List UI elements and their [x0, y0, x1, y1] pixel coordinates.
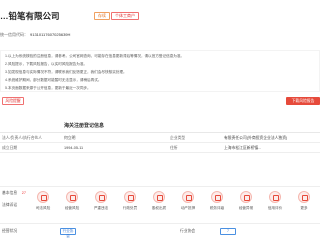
user-icon [269, 191, 281, 203]
risk-icon-strip: 基本信息 27 法律诉讼 司法风险 经营风险 严重违法 行政处罚 股权出质 动产… [0, 186, 320, 222]
risk-item[interactable]: 更多 [291, 191, 317, 221]
footer-item[interactable]: 行业协会 [180, 229, 195, 234]
risk-item[interactable]: 经营异常 [233, 191, 259, 221]
risk-item[interactable]: 司法风险 [30, 191, 56, 221]
risk-item[interactable]: 股权出质 [146, 191, 172, 221]
table-row: 成立日期 1994-05-11 住所 上海市松江区新桥镇... [0, 143, 320, 153]
info-value: 有限责任公司(外商投资企业法人独资) [224, 136, 288, 140]
risk-item-label: 税务评级 [209, 206, 225, 210]
footer-bar: 经营状况 行业协会 行业协会 7 [0, 223, 320, 240]
credit-code-value: 91310117607025639H [30, 32, 71, 37]
credit-code-label: 统一信用代码： [0, 32, 28, 37]
info-table: 法人/负责人/执行合伙人 何立明 企业类型 有限责任公司(外商投资企业法人独资)… [0, 132, 320, 153]
notice-line: 4.系统维护期间，部分数据可能暂时无法显示，请稍后再试。 [5, 78, 102, 82]
credit-code-row: 统一信用代码： 91310117607025639H [0, 32, 70, 38]
risk-item[interactable]: 严重违法 [88, 191, 114, 221]
risk-item[interactable]: 行政处罚 [117, 191, 143, 221]
risk-item[interactable]: 经营风险 [59, 191, 85, 221]
type-badge: 个体工商户 [111, 12, 139, 20]
risk-item-label: 经营异常 [238, 206, 254, 210]
shield-icon [95, 191, 107, 203]
risk-item[interactable]: 税务评级 [204, 191, 230, 221]
gavel-icon [124, 191, 136, 203]
risk-alert-button[interactable]: 风险提醒 [2, 97, 24, 105]
list-icon [240, 191, 252, 203]
footer-item[interactable]: 经营状况 [2, 229, 17, 234]
info-label: 住所 [170, 146, 178, 150]
alert-icon [66, 191, 78, 203]
left-menu: 基本信息 27 法律诉讼 [0, 187, 28, 223]
stamp-icon [182, 191, 194, 203]
info-value: 何立明 [64, 136, 76, 140]
notice-panel: 1.以上为系统核验的注册信息，请参考。公司官网查询，可能存在信息更新滞后等情况，… [0, 50, 320, 92]
risk-item-label: 股权出质 [151, 206, 167, 210]
info-label: 企业类型 [170, 136, 186, 140]
status-badge: 存续 [94, 12, 110, 20]
action-row: 风险提醒 下载风险报告 [0, 96, 320, 108]
info-label: 法人/负责人/执行合伙人 [2, 136, 43, 140]
risk-item-label: 动产抵押 [180, 206, 196, 210]
info-value: 1994-05-11 [64, 146, 84, 150]
notice-line: 5.本页面数据来源于公开信息，更新于最近一次同步。 [5, 86, 91, 90]
table-row: 法人/负责人/执行合伙人 何立明 企业类型 有限责任公司(外商投资企业法人独资) [0, 133, 320, 143]
notice-line: 2.风险提示，下载风险报告，以实时风险报告为准。 [5, 62, 88, 66]
risk-item-label: 信用评价 [267, 206, 283, 210]
info-value: 上海市松江区新桥镇... [224, 146, 262, 150]
count-badge: 27 [21, 191, 26, 195]
notice-line: 3.如发现信息与实际情况不符，请联系我们反馈更正，我们会尽快核实处理。 [5, 70, 127, 74]
risk-item[interactable]: 动产抵押 [175, 191, 201, 221]
risk-item-label: 严重违法 [93, 206, 109, 210]
section-title: 海关注册登记信息 [64, 123, 105, 129]
footer-button[interactable]: 行业协会 [60, 228, 76, 238]
risk-item-label: 更多 [300, 206, 308, 210]
company-header: …铅笔有限公司 存续 个体工商户 统一信用代码： 9131011760702563… [0, 0, 320, 50]
risk-item-label: 行政处罚 [122, 206, 138, 210]
risk-item-label: 经营风险 [64, 206, 80, 210]
footer-button[interactable]: 7 [220, 228, 236, 235]
notice-line: 1.以上为系统核验的注册信息，请参考。公司官网查询，可能存在信息更新滞后等情况，… [5, 54, 185, 58]
left-menu-item[interactable]: 法律诉讼 [2, 203, 17, 208]
more-icon [298, 191, 310, 203]
risk-item[interactable]: 信用评价 [262, 191, 288, 221]
risk-item-label: 司法风险 [35, 206, 51, 210]
document-icon [37, 191, 49, 203]
download-report-button[interactable]: 下载风险报告 [286, 97, 320, 105]
info-label: 成立日期 [2, 146, 18, 150]
chart-icon [211, 191, 223, 203]
building-icon [153, 191, 165, 203]
company-name: …铅笔有限公司 [0, 11, 60, 21]
left-menu-item[interactable]: 基本信息 [2, 191, 17, 196]
